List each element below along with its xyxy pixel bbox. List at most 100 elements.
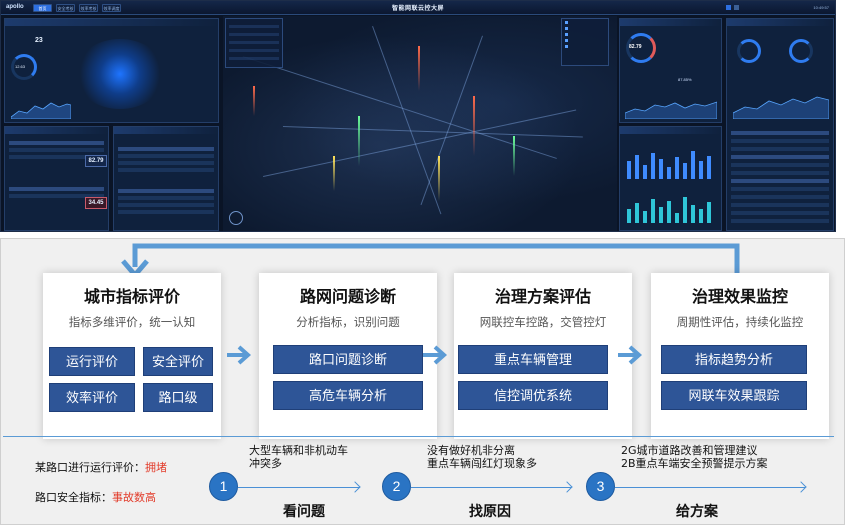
map-marker[interactable] xyxy=(513,136,515,176)
map-info-panel xyxy=(225,18,283,68)
high-risk-vehicle-button[interactable]: 高危车辆分析 xyxy=(273,381,423,410)
traffic-percent: 87.85% xyxy=(678,77,692,82)
step-2-arrow-head xyxy=(561,481,573,493)
step-description-line: 冲突多 xyxy=(249,456,282,470)
section-divider xyxy=(3,436,834,437)
card-subtitle: 分析指标，识别问题 xyxy=(296,315,400,329)
step-description-line: 2G城市道路改善和管理建议 xyxy=(621,444,758,457)
dashboard-panel-intersection: 82.79 34.45 xyxy=(4,126,109,231)
step-3-arrow-head xyxy=(795,481,807,493)
card-title: 城市指标评价 xyxy=(83,287,180,306)
map-marker[interactable] xyxy=(473,96,475,156)
info-row xyxy=(229,57,279,60)
table-row xyxy=(731,179,829,183)
dashboard-panel-events xyxy=(619,126,722,231)
info-row xyxy=(229,49,279,52)
table-row xyxy=(118,196,214,200)
step-description-line: 大型车辆和非机动车 xyxy=(249,444,348,457)
info-row xyxy=(229,33,279,36)
card-title: 路网问题诊断 xyxy=(299,287,396,306)
table-row xyxy=(731,171,829,175)
panel-header xyxy=(5,127,108,134)
intersection-diagnosis-button[interactable]: 路口问题诊断 xyxy=(273,345,423,374)
panel-header xyxy=(620,127,721,134)
connected-vehicle-tracking-button[interactable]: 网联车效果跟踪 xyxy=(661,381,807,410)
issue-prefix: 某路口进行运行评价： xyxy=(35,461,145,474)
issue-safety: 路口安全指标：事故数高 xyxy=(35,489,156,505)
events-bar-chart xyxy=(627,151,711,179)
arrow-right-icon xyxy=(227,345,252,365)
map-road xyxy=(242,56,557,159)
arrow-right-icon xyxy=(618,345,643,365)
step-3-circle: 3 xyxy=(586,472,615,501)
table-row xyxy=(118,161,214,165)
issue-prefix: 路口安全指标： xyxy=(35,491,112,504)
map-marker[interactable] xyxy=(358,116,360,166)
governance-area-chart xyxy=(733,96,829,119)
card-network-diagnosis: 路网问题诊断 分析指标，识别问题 路口问题诊断 高危车辆分析 xyxy=(259,273,437,439)
overview-donut-value: 12.63 xyxy=(15,64,26,69)
step-2-circle: 2 xyxy=(382,472,411,501)
safety-evaluation-button[interactable]: 安全评价 xyxy=(143,347,213,376)
legend-item[interactable] xyxy=(562,43,608,49)
table-row xyxy=(118,210,214,214)
table-row xyxy=(731,155,829,159)
traffic-line-chart xyxy=(625,101,717,119)
table-row xyxy=(731,195,829,199)
step-2-description: 没有做好机非分离 重点车辆闯红灯现象多 xyxy=(427,444,537,470)
map-marker[interactable] xyxy=(418,46,420,91)
map-marker[interactable] xyxy=(333,156,335,191)
info-row xyxy=(229,25,279,28)
dashboard-clock: 10:49:57 xyxy=(813,5,829,10)
table-row xyxy=(9,141,104,145)
dashboard-control-icon[interactable] xyxy=(726,5,731,10)
key-vehicle-management-button[interactable]: 重点车辆管理 xyxy=(458,345,608,374)
map-road xyxy=(263,109,577,177)
table-row xyxy=(731,219,829,223)
table-row xyxy=(118,203,214,207)
table-row xyxy=(731,163,829,167)
issue-operation: 某路口进行运行评价：拥堵 xyxy=(35,459,167,475)
compass-icon[interactable] xyxy=(229,211,243,225)
score-box: 82.79 xyxy=(85,155,107,167)
dashboard-title: 智能网联云控大屏 xyxy=(391,6,444,12)
panel-header xyxy=(727,19,833,26)
panel-header xyxy=(620,19,721,26)
map-road xyxy=(282,126,583,138)
card-subtitle: 网联控车控路，交管控灯 xyxy=(479,315,607,329)
table-row xyxy=(731,187,829,191)
dashboard-control-icon[interactable] xyxy=(734,5,739,10)
platform-hologram xyxy=(75,39,165,109)
dashboard-panel-vehicles xyxy=(113,126,219,231)
card-city-evaluation: 城市指标评价 指标多维评价，统一认知 运行评价 安全评价 效率评价 路口级 xyxy=(43,273,221,439)
dashboard-panel-governance xyxy=(726,18,834,231)
intersection-level-button[interactable]: 路口级 xyxy=(143,383,213,412)
table-row xyxy=(731,147,829,151)
governance-flow-diagram: 城市指标评价 指标多维评价，统一认知 运行评价 安全评价 效率评价 路口级 路网… xyxy=(0,238,845,525)
step-1-arrow-line xyxy=(238,487,360,488)
overview-area-chart xyxy=(11,102,71,119)
panel-header xyxy=(114,127,218,134)
signal-optimization-button[interactable]: 信控调优系统 xyxy=(458,381,608,410)
operation-evaluation-button[interactable]: 运行评价 xyxy=(49,347,135,376)
card-subtitle: 指标多维评价，统一认知 xyxy=(68,315,196,329)
panel-header xyxy=(5,19,218,26)
step-3-label: 给方案 xyxy=(676,504,718,520)
table-row xyxy=(118,168,214,172)
table-row xyxy=(118,189,214,193)
info-row xyxy=(229,41,279,44)
step-description-line: 2B重点车端安全预警提示方案 xyxy=(621,456,768,470)
map-marker[interactable] xyxy=(438,156,440,201)
dashboard-panel-traffic: 82.79 87.85% xyxy=(619,18,722,123)
table-row xyxy=(9,148,104,152)
trend-analysis-button[interactable]: 指标趋势分析 xyxy=(661,345,807,374)
table-row xyxy=(731,139,829,143)
city-map[interactable] xyxy=(223,16,617,231)
map-marker[interactable] xyxy=(253,86,255,116)
step-3-description: 2G城市道路改善和管理建议 2B重点车端安全预警提示方案 xyxy=(621,444,768,470)
table-row xyxy=(9,187,104,191)
efficiency-evaluation-button[interactable]: 效率评价 xyxy=(49,383,135,412)
traffic-donut-value: 82.79 xyxy=(629,44,642,50)
map-road xyxy=(372,26,442,215)
step-1-description: 大型车辆和非机动车 冲突多 xyxy=(249,444,348,470)
